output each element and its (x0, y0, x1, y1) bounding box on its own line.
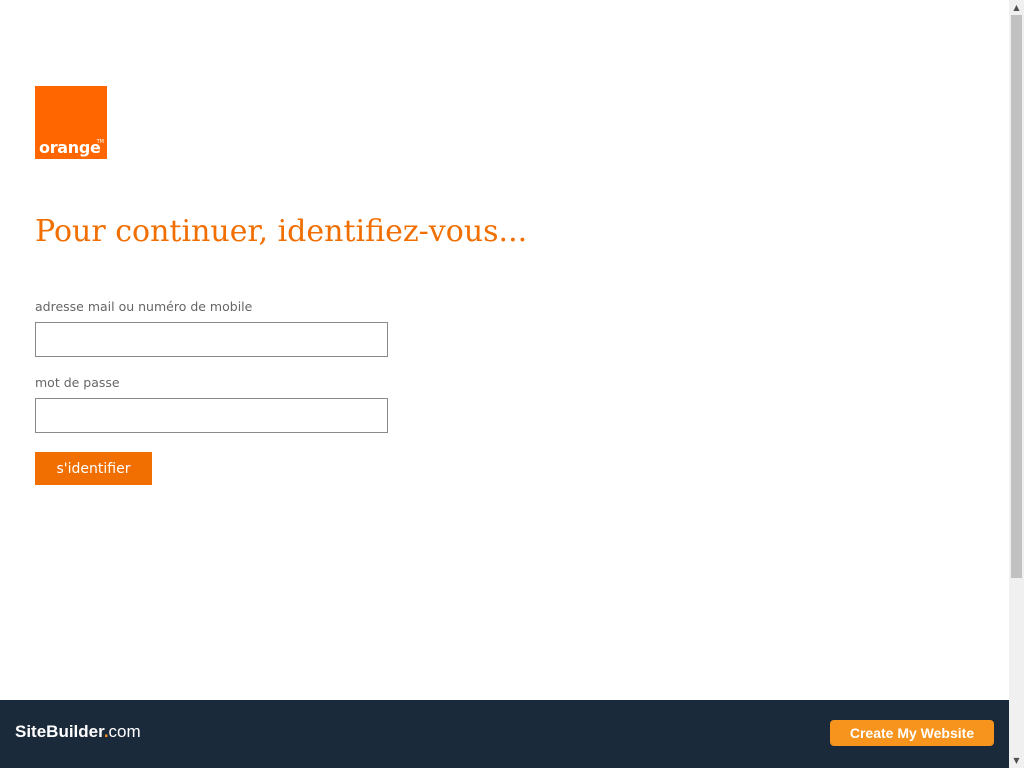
email-label: adresse mail ou numéro de mobile (35, 299, 253, 314)
create-website-button[interactable]: Create My Website (830, 720, 994, 746)
sitebuilder-logo-name: SiteBuilder (15, 722, 104, 741)
orange-logo[interactable]: orange TM (35, 86, 107, 159)
scroll-up-arrow-icon[interactable]: ▲ (1009, 0, 1024, 15)
email-field[interactable] (35, 322, 388, 357)
logo-trademark: TM (96, 139, 104, 145)
page-title: Pour continuer, identifiez-vous... (35, 214, 528, 249)
scroll-thumb[interactable] (1011, 15, 1022, 578)
vertical-scrollbar[interactable]: ▲ ▼ (1009, 0, 1024, 768)
logo-text: orange (39, 138, 101, 157)
page: orange TM Pour continuer, identifiez-vou… (0, 0, 1009, 768)
sitebuilder-logo[interactable]: SiteBuilder.com (15, 722, 141, 742)
password-label: mot de passe (35, 375, 120, 390)
scroll-down-arrow-icon[interactable]: ▼ (1009, 753, 1024, 768)
sitebuilder-footer: SiteBuilder.com Create My Website (0, 700, 1009, 768)
password-field[interactable] (35, 398, 388, 433)
login-button[interactable]: s'identifier (35, 452, 152, 485)
sitebuilder-logo-tld: com (108, 722, 141, 741)
